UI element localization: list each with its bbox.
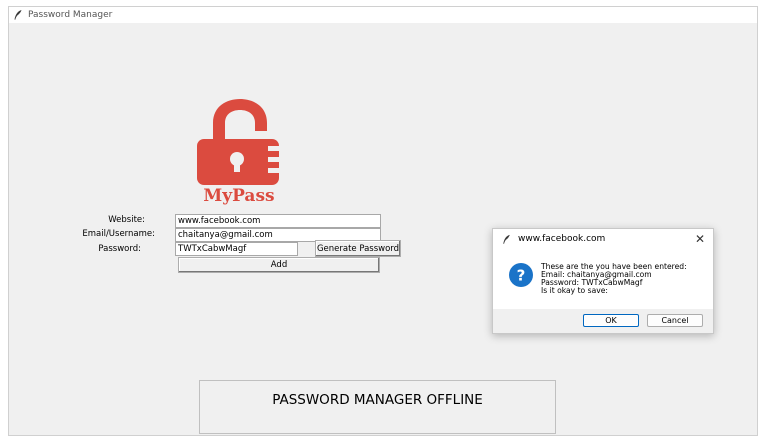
feather-icon [14,10,22,20]
email-label: Email/Username: [82,229,155,239]
generate-password-button[interactable]: Generate Password [315,240,401,257]
dialog-body: ? These are the you have been entered: E… [493,249,713,311]
message-line: Is it okay to save: [541,286,608,295]
banner-text: PASSWORD MANAGER OFFLINE [272,392,483,408]
dialog-footer: OK Cancel [493,309,713,333]
question-icon: ? [509,263,533,287]
close-icon[interactable]: ✕ [695,232,705,246]
dialog-title: www.facebook.com [518,234,606,244]
website-label: Website: [108,215,145,225]
dialog-message: These are the you have been entered: Ema… [541,263,687,295]
title-bar: Password Manager [9,7,757,23]
cancel-button[interactable]: Cancel [647,314,703,327]
window-title: Password Manager [28,10,113,20]
dialog-title-bar: www.facebook.com ✕ [493,229,713,249]
confirm-dialog: www.facebook.com ✕ ? These are the you h… [492,228,714,334]
status-banner: PASSWORD MANAGER OFFLINE [199,380,556,434]
feather-icon [503,234,510,244]
ok-button[interactable]: OK [583,314,639,327]
mypass-logo: MyPass [197,99,279,206]
logo-text: MyPass [203,186,274,206]
add-button[interactable]: Add [178,257,380,273]
main-window: Password Manager MyPass Website: www.fac… [8,6,758,436]
password-label: Password: [98,244,141,254]
svg-text:?: ? [517,267,526,285]
password-input[interactable]: TWTxCabwMagf [175,242,298,256]
website-input[interactable]: www.facebook.com [175,214,381,228]
